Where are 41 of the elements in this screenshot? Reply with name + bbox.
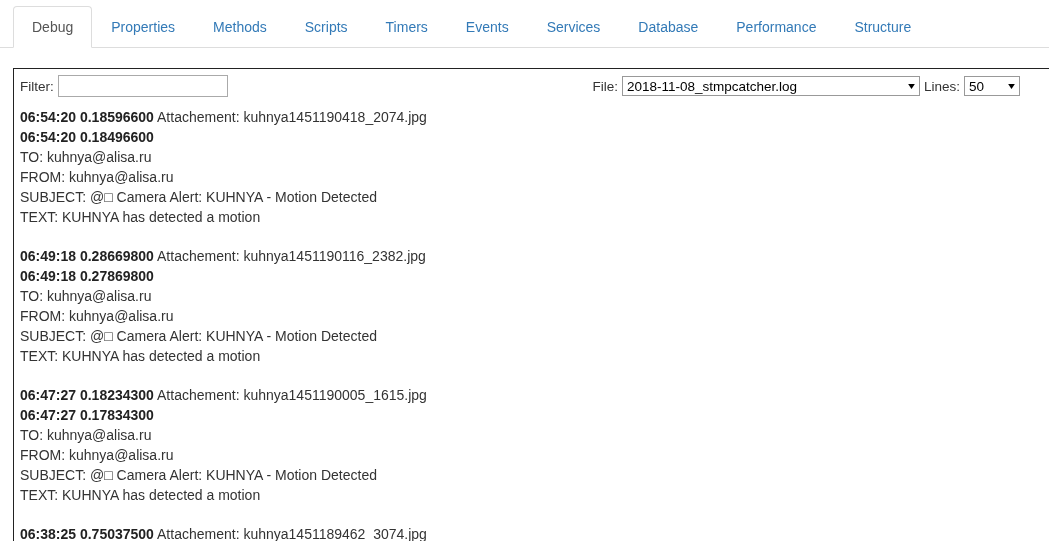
tab[interactable]: Database (619, 6, 718, 48)
filter-field[interactable] (57, 75, 228, 97)
log-text: TEXT: KUHNYA has detected a motion (20, 208, 262, 227)
tab[interactable]: Debug (13, 6, 93, 48)
log-text: Attachement: kuhnya1451190418_2074.jpg (157, 109, 427, 125)
log-timestamp: 06:47:27 0.17834300 (20, 407, 154, 423)
lines-dropdown[interactable]: 50 (964, 76, 1020, 96)
tab[interactable]: Timers (366, 6, 447, 48)
log-text: FROM: kuhnya@alisa.ru (20, 168, 175, 187)
log-timestamp: 06:38:25 0.75037500 (20, 526, 154, 541)
log-timestamp: 06:47:27 0.18234300 (20, 387, 154, 403)
filter-label: Filter: (20, 78, 54, 94)
file-dropdown[interactable]: 2018-11-08_stmpcatcher.log (621, 76, 920, 96)
log-text: TO: kuhnya@alisa.ru (20, 287, 153, 306)
log-text: TEXT: KUHNYA has detected a motion (20, 486, 262, 505)
tab[interactable]: Methods (194, 6, 286, 48)
tab[interactable]: Scripts (285, 6, 367, 48)
log-text: TO: kuhnya@alisa.ru (20, 148, 153, 167)
log-text: Attachement: kuhnya1451189462_3074.jpg (157, 526, 427, 541)
log-text: TO: kuhnya@alisa.ru (20, 426, 153, 445)
log-text: FROM: kuhnya@alisa.ru (20, 307, 175, 326)
log-text: TEXT: KUHNYA has detected a motion (20, 347, 262, 366)
lines-label: Lines: (923, 78, 960, 94)
log-text: FROM: kuhnya@alisa.ru (20, 446, 175, 465)
tab[interactable]: Properties (92, 6, 195, 48)
log-timestamp: 06:49:18 0.28669800 (20, 248, 154, 264)
log-text: Attachement: kuhnya1451190005_1615.jpg (157, 387, 427, 403)
log-text: SUBJECT: @□ Camera Alert: KUHNYA - Motion Detected (20, 466, 378, 485)
tab[interactable]: Structure (835, 6, 931, 48)
caret-icon (907, 83, 915, 89)
log-timestamp: 06:54:20 0.18496600 (20, 129, 154, 145)
log-timestamp: 06:49:18 0.27869800 (20, 268, 154, 284)
file-label: File: (592, 78, 618, 94)
tab[interactable]: Performance (717, 6, 836, 48)
tab[interactable]: Events (446, 6, 528, 48)
log-text: Attachement: kuhnya1451190116_2382.jpg (157, 248, 426, 264)
log-text: SUBJECT: @□ Camera Alert: KUHNYA - Motion Detected (20, 188, 378, 207)
caret-icon (1008, 83, 1015, 89)
log-text: SUBJECT: @□ Camera Alert: KUHNYA - Motion Detected (20, 327, 378, 346)
tab[interactable]: Services (527, 6, 620, 48)
log-timestamp: 06:54:20 0.18596600 (20, 109, 154, 125)
